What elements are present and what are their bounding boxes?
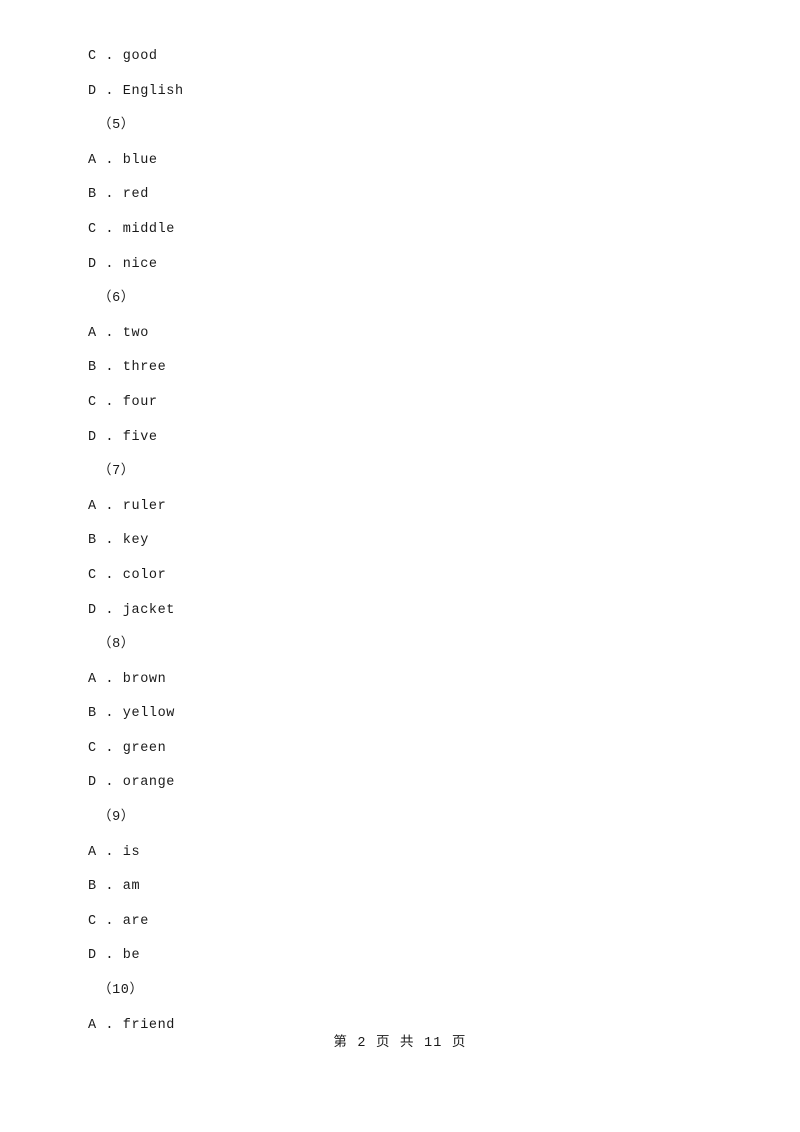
answer-option: C . are <box>88 913 149 929</box>
answer-option: D . English <box>88 83 184 99</box>
answer-option: A . blue <box>88 152 158 168</box>
answer-option: C . good <box>88 49 158 64</box>
answer-option: A . ruler <box>88 498 167 514</box>
answer-option: A . brown <box>88 671 167 687</box>
document-page: C . good D . English （5） A . blue B . red C .… <box>0 0 800 1132</box>
answer-option: B . three <box>88 360 167 376</box>
question-group-label: （8） <box>98 637 135 653</box>
answer-option: B . yellow <box>88 706 176 722</box>
answer-option: C . four <box>88 394 158 410</box>
question-group-label: （7） <box>98 464 135 480</box>
answer-option: C . color <box>88 567 167 583</box>
answer-option: B . key <box>88 533 149 549</box>
answer-option: C . middle <box>88 221 176 237</box>
question-group-label: （5） <box>98 118 135 134</box>
answer-option: B . am <box>88 879 141 895</box>
answer-option: D . jacket <box>88 602 176 618</box>
answer-option: D . nice <box>88 256 158 272</box>
answer-option: A . two <box>88 325 149 341</box>
document-content: C . good D . English （5） A . blue B . red C .… <box>88 40 648 1043</box>
answer-option: B . red <box>88 187 149 203</box>
question-group-label: （9） <box>98 810 135 826</box>
answer-option: D . five <box>88 429 158 445</box>
answer-option: A . is <box>88 844 141 860</box>
question-group-label: （10） <box>98 983 144 999</box>
answer-option: D . be <box>88 948 141 964</box>
answer-option: D . orange <box>88 775 176 791</box>
page-footer: 第 2 页 共 11 页 <box>333 1036 467 1051</box>
answer-option: C . green <box>88 740 167 756</box>
question-group-label: （6） <box>98 291 135 307</box>
